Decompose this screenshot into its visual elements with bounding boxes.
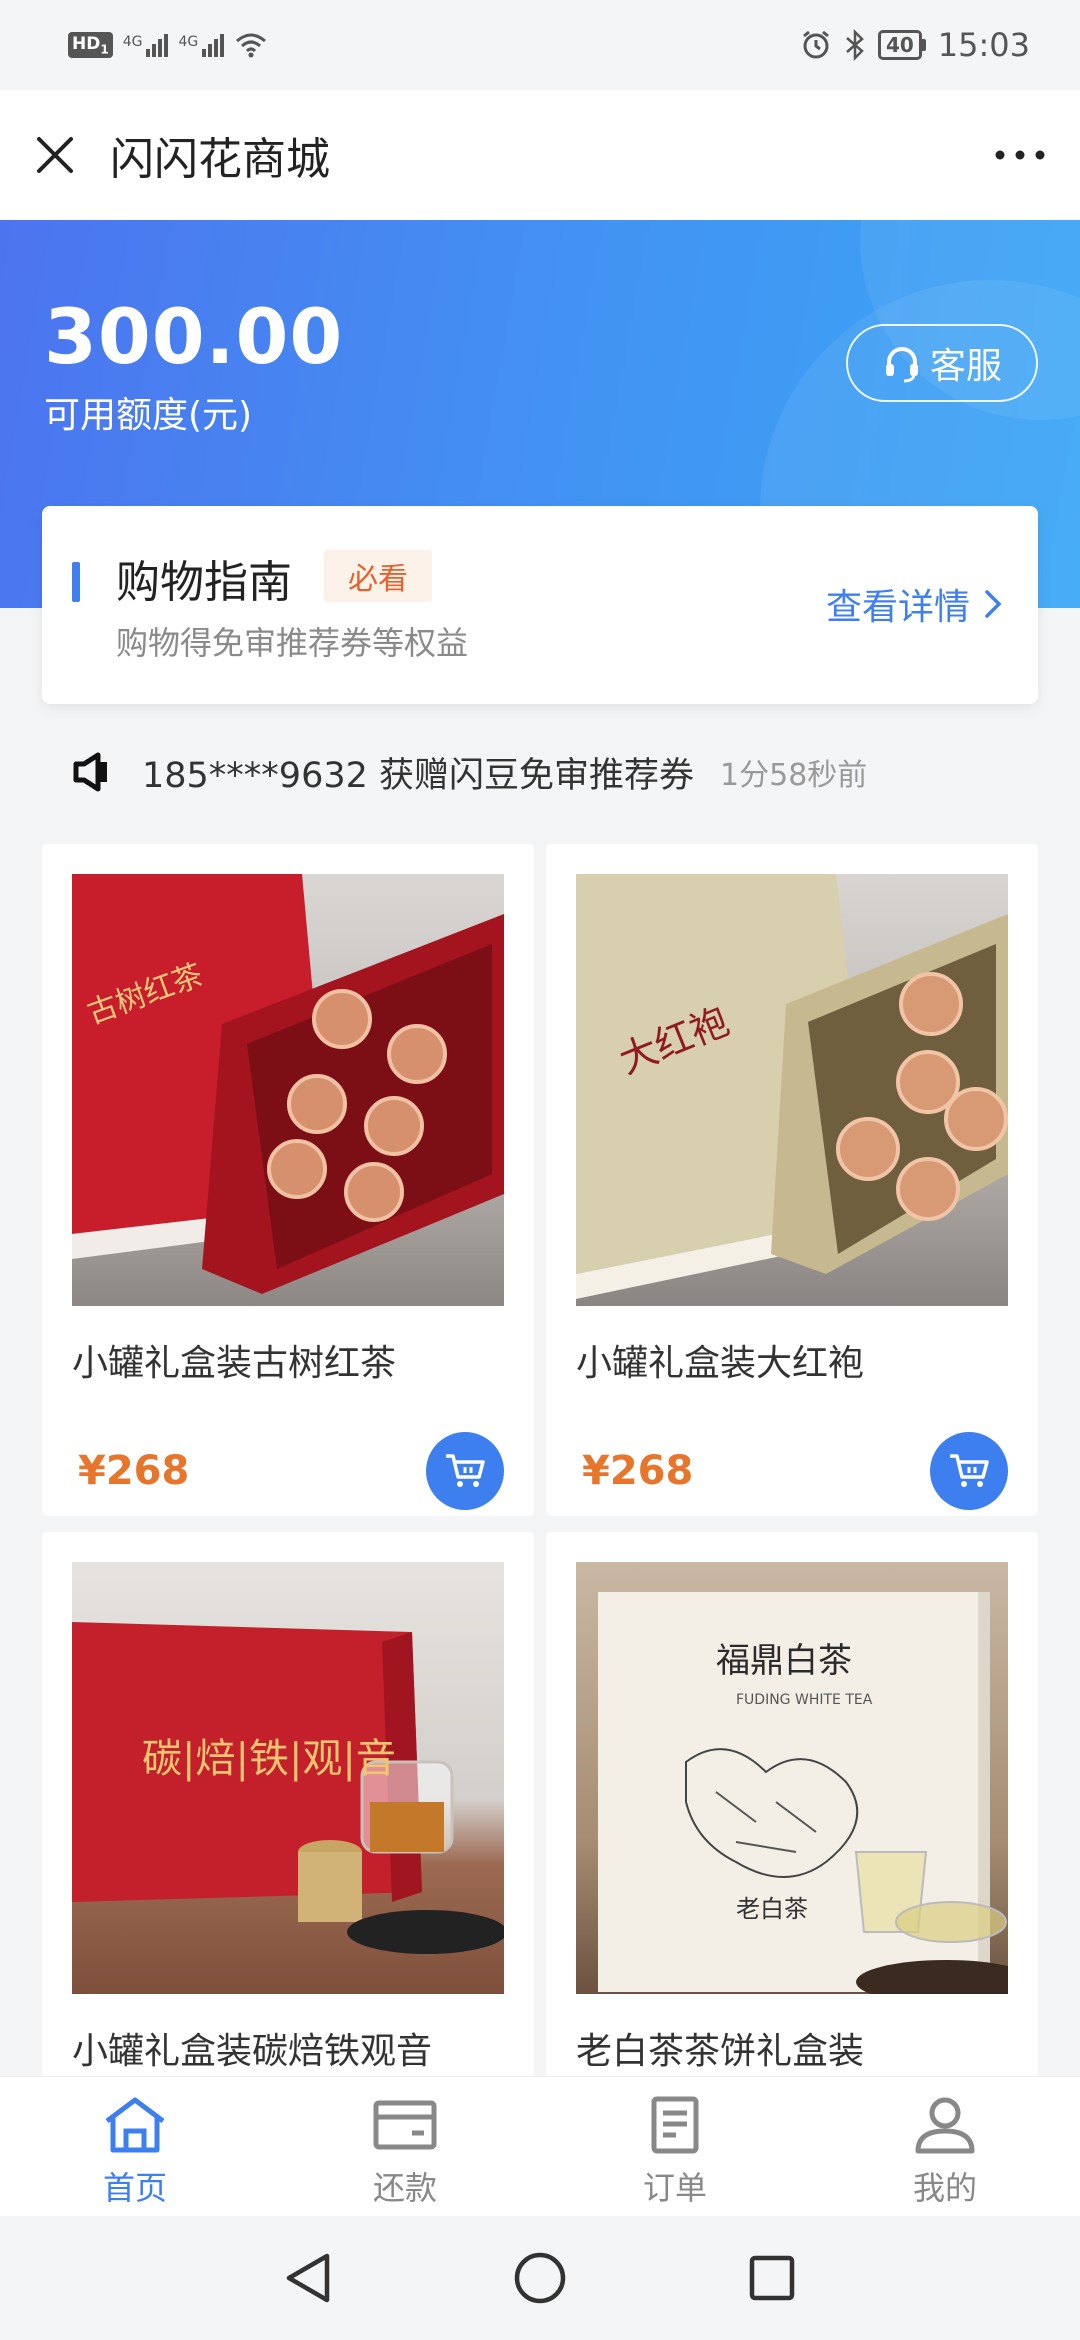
product-card[interactable]: 碳|焙|铁|观|音 小罐礼盒装碳焙铁观音 xyxy=(42,1532,534,2092)
add-to-cart-button[interactable] xyxy=(426,1432,504,1510)
chevron-right-icon xyxy=(985,590,1002,618)
product-name[interactable]: 小罐礼盒装大红袍 xyxy=(576,1334,864,1386)
tab-label: 还款 xyxy=(372,2169,437,2207)
product-card[interactable]: 古树红茶 小罐礼盒装古树红茶 ¥268 xyxy=(42,844,534,1516)
product-price: ¥268 xyxy=(582,1448,694,1494)
available-credit-amount: 300.00 xyxy=(44,292,344,381)
more-button[interactable] xyxy=(990,130,1050,180)
tea-gift-box-image: 古树红茶 xyxy=(72,874,504,1294)
guide-description: 购物得免审推荐券等权益 xyxy=(116,624,469,662)
notice-text: 185****9632 获赠闪豆免审推荐券 xyxy=(142,755,695,796)
tab-label: 我的 xyxy=(912,2169,977,2207)
customer-service-label: 客服 xyxy=(929,346,1002,387)
svg-text:FUDING WHITE TEA: FUDING WHITE TEA xyxy=(736,1692,873,1708)
must-read-badge: 必看 xyxy=(324,550,432,602)
add-to-cart-button[interactable] xyxy=(930,1432,1008,1510)
tea-gift-box-image: 大红袍 xyxy=(576,874,1008,1299)
shopping-guide-card[interactable]: 购物指南 必看 购物得免审推荐券等权益 查看详情 xyxy=(42,506,1038,704)
alarm-icon xyxy=(803,30,829,59)
bottom-tab-bar: 首页 还款 订单 我的 xyxy=(0,2076,1080,2216)
battery-icon: 40 xyxy=(877,30,926,60)
tab-orders[interactable]: 订单 xyxy=(540,2077,810,2216)
guide-title: 购物指南 xyxy=(116,557,292,608)
close-button[interactable] xyxy=(30,130,80,180)
signal-icon: 4G xyxy=(123,33,169,57)
tab-repayment[interactable]: 还款 xyxy=(270,2077,540,2216)
customer-service-button[interactable]: 客服 xyxy=(846,324,1038,402)
home-circle-icon[interactable] xyxy=(513,2251,567,2305)
tab-mine[interactable]: 我的 xyxy=(810,2077,1080,2216)
page-title: 闪闪花商城 xyxy=(110,134,330,185)
svg-text:老白茶: 老白茶 xyxy=(736,1895,808,1923)
product-image[interactable]: 福鼎白茶 FUDING WHITE TEA 老白茶 xyxy=(576,1562,1008,1994)
card-icon xyxy=(373,2100,437,2150)
view-details-label: 查看详情 xyxy=(825,587,970,628)
available-credit-label: 可用额度(元) xyxy=(44,395,253,436)
speaker-icon xyxy=(73,752,107,792)
product-card[interactable]: 大红袍 小罐礼盒装大红袍 ¥268 xyxy=(546,844,1038,1516)
product-name[interactable]: 小罐礼盒装碳焙铁观音 xyxy=(72,2022,432,2074)
bluetooth-icon xyxy=(846,29,864,61)
product-image[interactable]: 碳|焙|铁|观|音 xyxy=(72,1562,504,1994)
headset-icon xyxy=(885,347,918,383)
title-bar: 闪闪花商城 xyxy=(0,90,1080,220)
product-name[interactable]: 小罐礼盒装古树红茶 xyxy=(72,1334,396,1386)
cart-icon xyxy=(446,1454,485,1487)
status-bar: HD1 4G 4G 40 15:03 xyxy=(0,0,1080,90)
wifi-icon xyxy=(236,33,267,58)
svg-text:福鼎白茶: 福鼎白茶 xyxy=(716,1641,852,1681)
status-right: 40 15:03 xyxy=(800,26,1030,64)
product-image[interactable]: 古树红茶 xyxy=(72,874,504,1306)
tab-label: 订单 xyxy=(642,2169,707,2207)
recent-apps-icon[interactable] xyxy=(747,2253,797,2303)
back-icon[interactable] xyxy=(283,2251,333,2305)
product-name[interactable]: 老白茶茶饼礼盒装 xyxy=(576,2022,864,2074)
tab-home[interactable]: 首页 xyxy=(0,2077,270,2216)
cart-icon xyxy=(950,1454,989,1487)
clock: 15:03 xyxy=(937,26,1030,64)
document-icon xyxy=(651,2096,699,2154)
system-navigation-bar xyxy=(0,2216,1080,2340)
svg-text:碳|焙|铁|观|音: 碳|焙|铁|观|音 xyxy=(142,1736,396,1782)
more-icon xyxy=(995,150,1045,160)
guide-accent-bar xyxy=(72,562,80,602)
reward-notice: 185****9632 获赠闪豆免审推荐券 1分58秒前 xyxy=(70,742,867,802)
notice-time: 1分58秒前 xyxy=(720,758,868,793)
close-icon xyxy=(37,137,73,173)
user-icon xyxy=(915,2097,975,2154)
product-card[interactable]: 福鼎白茶 FUDING WHITE TEA 老白茶 老白茶茶饼礼盒装 xyxy=(546,1532,1038,2092)
view-details-link[interactable]: 查看详情 xyxy=(826,578,1002,630)
product-price: ¥268 xyxy=(78,1448,190,1494)
home-icon xyxy=(105,2097,165,2153)
product-image[interactable]: 大红袍 xyxy=(576,874,1008,1306)
signal-icon-2: 4G xyxy=(178,33,225,57)
tea-gift-box-image: 碳|焙|铁|观|音 xyxy=(72,1622,504,1954)
status-left: HD1 4G 4G xyxy=(68,31,268,59)
tea-gift-box-image: 福鼎白茶 FUDING WHITE TEA 老白茶 xyxy=(598,1592,1008,1994)
hd-badge: HD1 xyxy=(68,31,113,59)
tab-label: 首页 xyxy=(102,2169,167,2207)
